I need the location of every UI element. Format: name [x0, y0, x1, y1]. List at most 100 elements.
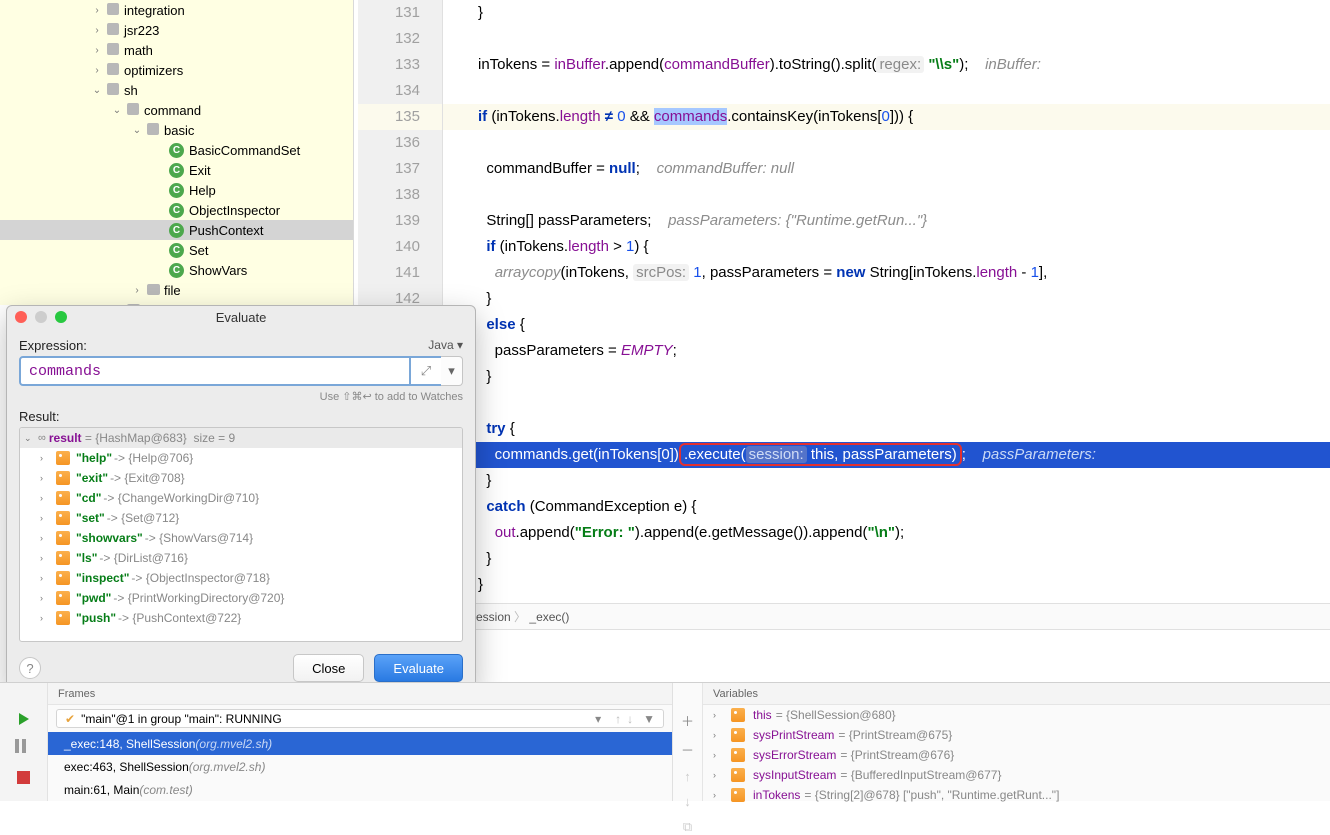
debug-toolbar[interactable] [0, 683, 48, 801]
code-editor[interactable]: 1311321331341351361371381391401411421431… [358, 0, 1330, 601]
code-line[interactable]: catch (CommandException e) { [443, 494, 1330, 520]
expand-icon[interactable]: ⤢ [411, 356, 441, 386]
evaluate-button[interactable]: Evaluate [374, 654, 463, 682]
tree-item[interactable]: CHelp [0, 180, 353, 200]
breadcrumb[interactable]: Session 〉 _exec() [358, 603, 1330, 630]
thread-selector[interactable]: ✔ "main"@1 in group "main": RUNNING ▾ ↑ … [56, 709, 664, 728]
tree-item[interactable]: ⌄command [0, 100, 353, 120]
code-line[interactable]: String[] passParameters; passParameters:… [443, 208, 1330, 234]
chevron-icon[interactable]: ⌄ [130, 125, 144, 136]
stack-frame[interactable]: exec:463, ShellSession (org.mvel2.sh) [48, 755, 672, 778]
variable-row[interactable]: ›this = {ShellSession@680} [703, 705, 1330, 725]
code-line[interactable]: passParameters = EMPTY; [443, 338, 1330, 364]
result-row[interactable]: ›"exit" -> {Exit@708} [20, 468, 462, 488]
code-line[interactable]: } [443, 468, 1330, 494]
code-line[interactable]: } [443, 286, 1330, 312]
code-line[interactable]: } [443, 546, 1330, 572]
remove-watch-icon[interactable]: － [681, 740, 694, 759]
tree-item[interactable]: CSet [0, 240, 353, 260]
close-window-icon[interactable] [15, 311, 27, 323]
result-row[interactable]: ›"help" -> {Help@706} [20, 448, 462, 468]
result-row[interactable]: ›"push" -> {PushContext@722} [20, 608, 462, 628]
code-line[interactable]: commands.get(inTokens[0]).execute(sessio… [443, 442, 1330, 468]
dialog-titlebar[interactable]: Evaluate [7, 306, 475, 328]
result-row[interactable]: ›"ls" -> {DirList@716} [20, 548, 462, 568]
add-watch-icon[interactable]: ＋ [681, 711, 694, 730]
code-line[interactable] [443, 182, 1330, 208]
code-line[interactable]: else { [443, 312, 1330, 338]
tree-item[interactable]: CExit [0, 160, 353, 180]
expression-input[interactable] [19, 356, 411, 386]
variable-row[interactable]: ›inTokens = {String[2]@678} ["push", "Ru… [703, 785, 1330, 805]
filter-icon[interactable]: ▼ [643, 712, 655, 726]
project-tree[interactable]: ›integration›jsr223›math›optimizers⌄sh⌄c… [0, 0, 354, 305]
variables-panel[interactable]: ＋ － ↑ ↓ ⧉ Variables ›this = {ShellSessio… [673, 683, 1330, 801]
debug-panel[interactable]: Frames ✔ "main"@1 in group "main": RUNNI… [0, 682, 1330, 801]
result-root-row[interactable]: ⌄ ∞ result = {HashMap@683} size = 9 [20, 428, 462, 448]
chevron-icon[interactable]: › [90, 45, 104, 56]
tree-label: Exit [187, 163, 211, 178]
arrow-up-icon[interactable]: ↑ [684, 769, 691, 784]
tree-item[interactable]: ›optimizers [0, 60, 353, 80]
result-row[interactable]: ›"cd" -> {ChangeWorkingDir@710} [20, 488, 462, 508]
chevron-icon[interactable]: › [90, 65, 104, 76]
result-row[interactable]: ›"inspect" -> {ObjectInspector@718} [20, 568, 462, 588]
code-line[interactable]: commandBuffer = null; commandBuffer: nul… [443, 156, 1330, 182]
tree-item[interactable]: CObjectInspector [0, 200, 353, 220]
tree-item[interactable]: ›math [0, 40, 353, 60]
chevron-icon[interactable]: › [130, 285, 144, 296]
code-line[interactable] [443, 78, 1330, 104]
editor-code-area[interactable]: } inTokens = inBuffer.append(commandBuff… [443, 0, 1330, 601]
copy-icon[interactable]: ⧉ [683, 819, 692, 835]
variable-row[interactable]: ›sysErrorStream = {PrintStream@676} [703, 745, 1330, 765]
code-line[interactable]: } [443, 364, 1330, 390]
tree-item[interactable]: ›jsr223 [0, 20, 353, 40]
tree-item[interactable]: CPushContext [0, 220, 353, 240]
result-row[interactable]: ›"showvars" -> {ShowVars@714} [20, 528, 462, 548]
evaluate-dialog[interactable]: Evaluate Expression: Java ▾ ⤢ ▾ Use ⇧⌘↩ … [6, 305, 476, 690]
code-line[interactable]: if (inTokens.length > 1) { [443, 234, 1330, 260]
tree-item[interactable]: ⌄basic [0, 120, 353, 140]
chevron-icon[interactable]: ⌄ [110, 105, 124, 116]
chevron-icon[interactable]: › [90, 5, 104, 16]
tree-item[interactable]: ›file [0, 280, 353, 300]
tree-item[interactable]: ›integration [0, 0, 353, 20]
code-line[interactable]: } [443, 572, 1330, 598]
pause-icon[interactable] [15, 739, 33, 757]
zoom-window-icon[interactable] [55, 311, 67, 323]
chevron-icon[interactable]: ⌄ [90, 85, 104, 96]
history-dropdown-icon[interactable]: ▾ [441, 356, 463, 386]
arrow-down-icon[interactable]: ↓ [627, 712, 633, 726]
resume-icon[interactable] [19, 713, 29, 725]
chevron-icon[interactable]: › [90, 25, 104, 36]
result-tree[interactable]: ⌄ ∞ result = {HashMap@683} size = 9 ›"he… [19, 427, 463, 642]
arrow-up-icon[interactable]: ↑ [615, 712, 621, 726]
stop-icon[interactable] [17, 771, 30, 784]
code-line[interactable]: arraycopy(inTokens, srcPos: 1, passParam… [443, 260, 1330, 286]
stack-frame[interactable]: _exec:148, ShellSession (org.mvel2.sh) [48, 732, 672, 755]
language-dropdown[interactable]: Java ▾ [428, 338, 463, 353]
stack-frame[interactable]: main:61, Main (com.test) [48, 778, 672, 801]
tree-item[interactable]: CShowVars [0, 260, 353, 280]
code-line[interactable]: if (inTokens.length ≠ 0 && commands.cont… [443, 104, 1330, 130]
package-icon [104, 43, 122, 58]
tree-item[interactable]: ⌄sh [0, 80, 353, 100]
code-line[interactable] [443, 26, 1330, 52]
code-line[interactable]: inTokens = inBuffer.append(commandBuffer… [443, 52, 1330, 78]
help-icon[interactable]: ? [19, 657, 41, 679]
variable-row[interactable]: ›sysPrintStream = {PrintStream@675} [703, 725, 1330, 745]
result-row[interactable]: ›"set" -> {Set@712} [20, 508, 462, 528]
code-line[interactable] [443, 390, 1330, 416]
close-button[interactable]: Close [293, 654, 364, 682]
breadcrumb-item[interactable]: _exec() [529, 610, 569, 624]
arrow-down-icon[interactable]: ↓ [684, 794, 691, 809]
class-icon: C [169, 243, 184, 258]
code-line[interactable]: out.append("Error: ").append(e.getMessag… [443, 520, 1330, 546]
variable-row[interactable]: ›sysInputStream = {BufferedInputStream@6… [703, 765, 1330, 785]
result-row[interactable]: ›"pwd" -> {PrintWorkingDirectory@720} [20, 588, 462, 608]
frames-panel[interactable]: Frames ✔ "main"@1 in group "main": RUNNI… [48, 683, 673, 801]
code-line[interactable]: try { [443, 416, 1330, 442]
code-line[interactable]: } [443, 0, 1330, 26]
code-line[interactable] [443, 130, 1330, 156]
tree-item[interactable]: CBasicCommandSet [0, 140, 353, 160]
